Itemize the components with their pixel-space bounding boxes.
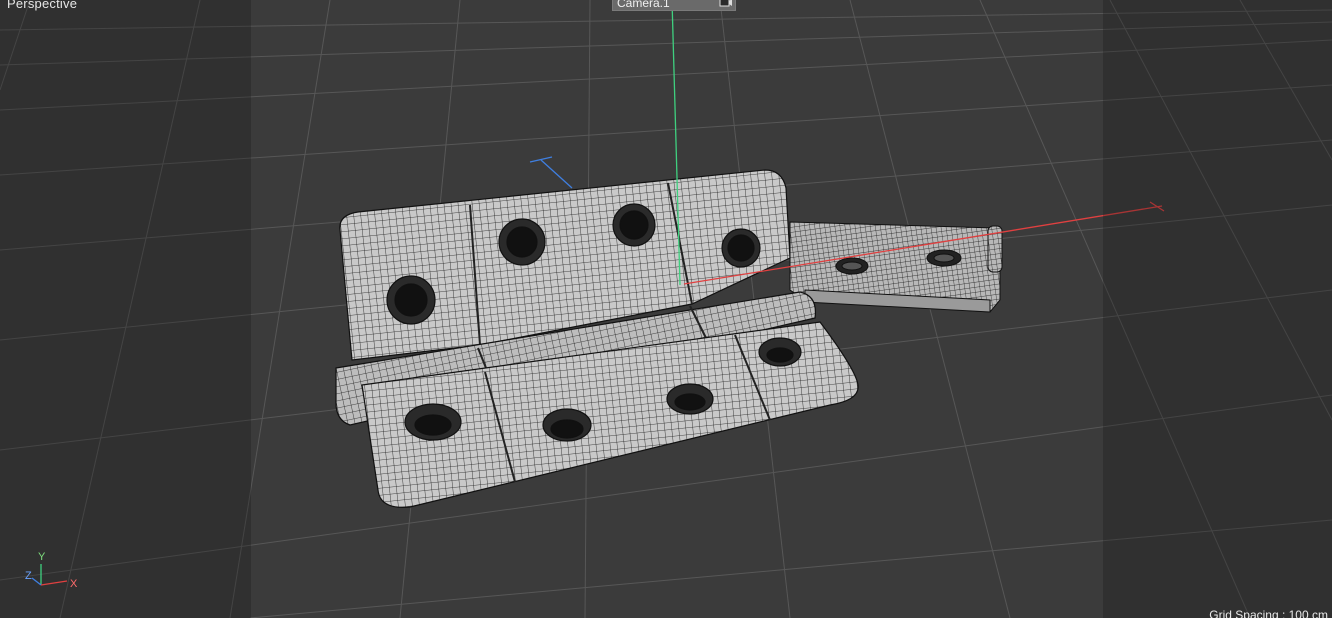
hinge-secondary xyxy=(789,221,1003,313)
scene-canvas[interactable] xyxy=(0,0,1332,618)
gizmo-y-label: Y xyxy=(38,551,46,563)
camera-selector[interactable]: Camera.1 xyxy=(612,0,736,11)
camera-name-label: Camera.1 xyxy=(617,0,670,10)
grid-spacing-label: Grid Spacing : 100 cm xyxy=(1209,608,1328,618)
gizmo-x-label: X xyxy=(70,578,78,590)
z-axis-indicator xyxy=(529,156,573,189)
view-name-label[interactable]: Perspective xyxy=(7,0,77,11)
axis-gizmo: Y Z X xyxy=(24,551,84,592)
camera-options-icon[interactable] xyxy=(719,0,733,8)
3d-viewport[interactable]: Perspective Camera.1 Y Z X Grid Spacing … xyxy=(0,0,1332,618)
gizmo-z-label: Z xyxy=(25,570,32,582)
